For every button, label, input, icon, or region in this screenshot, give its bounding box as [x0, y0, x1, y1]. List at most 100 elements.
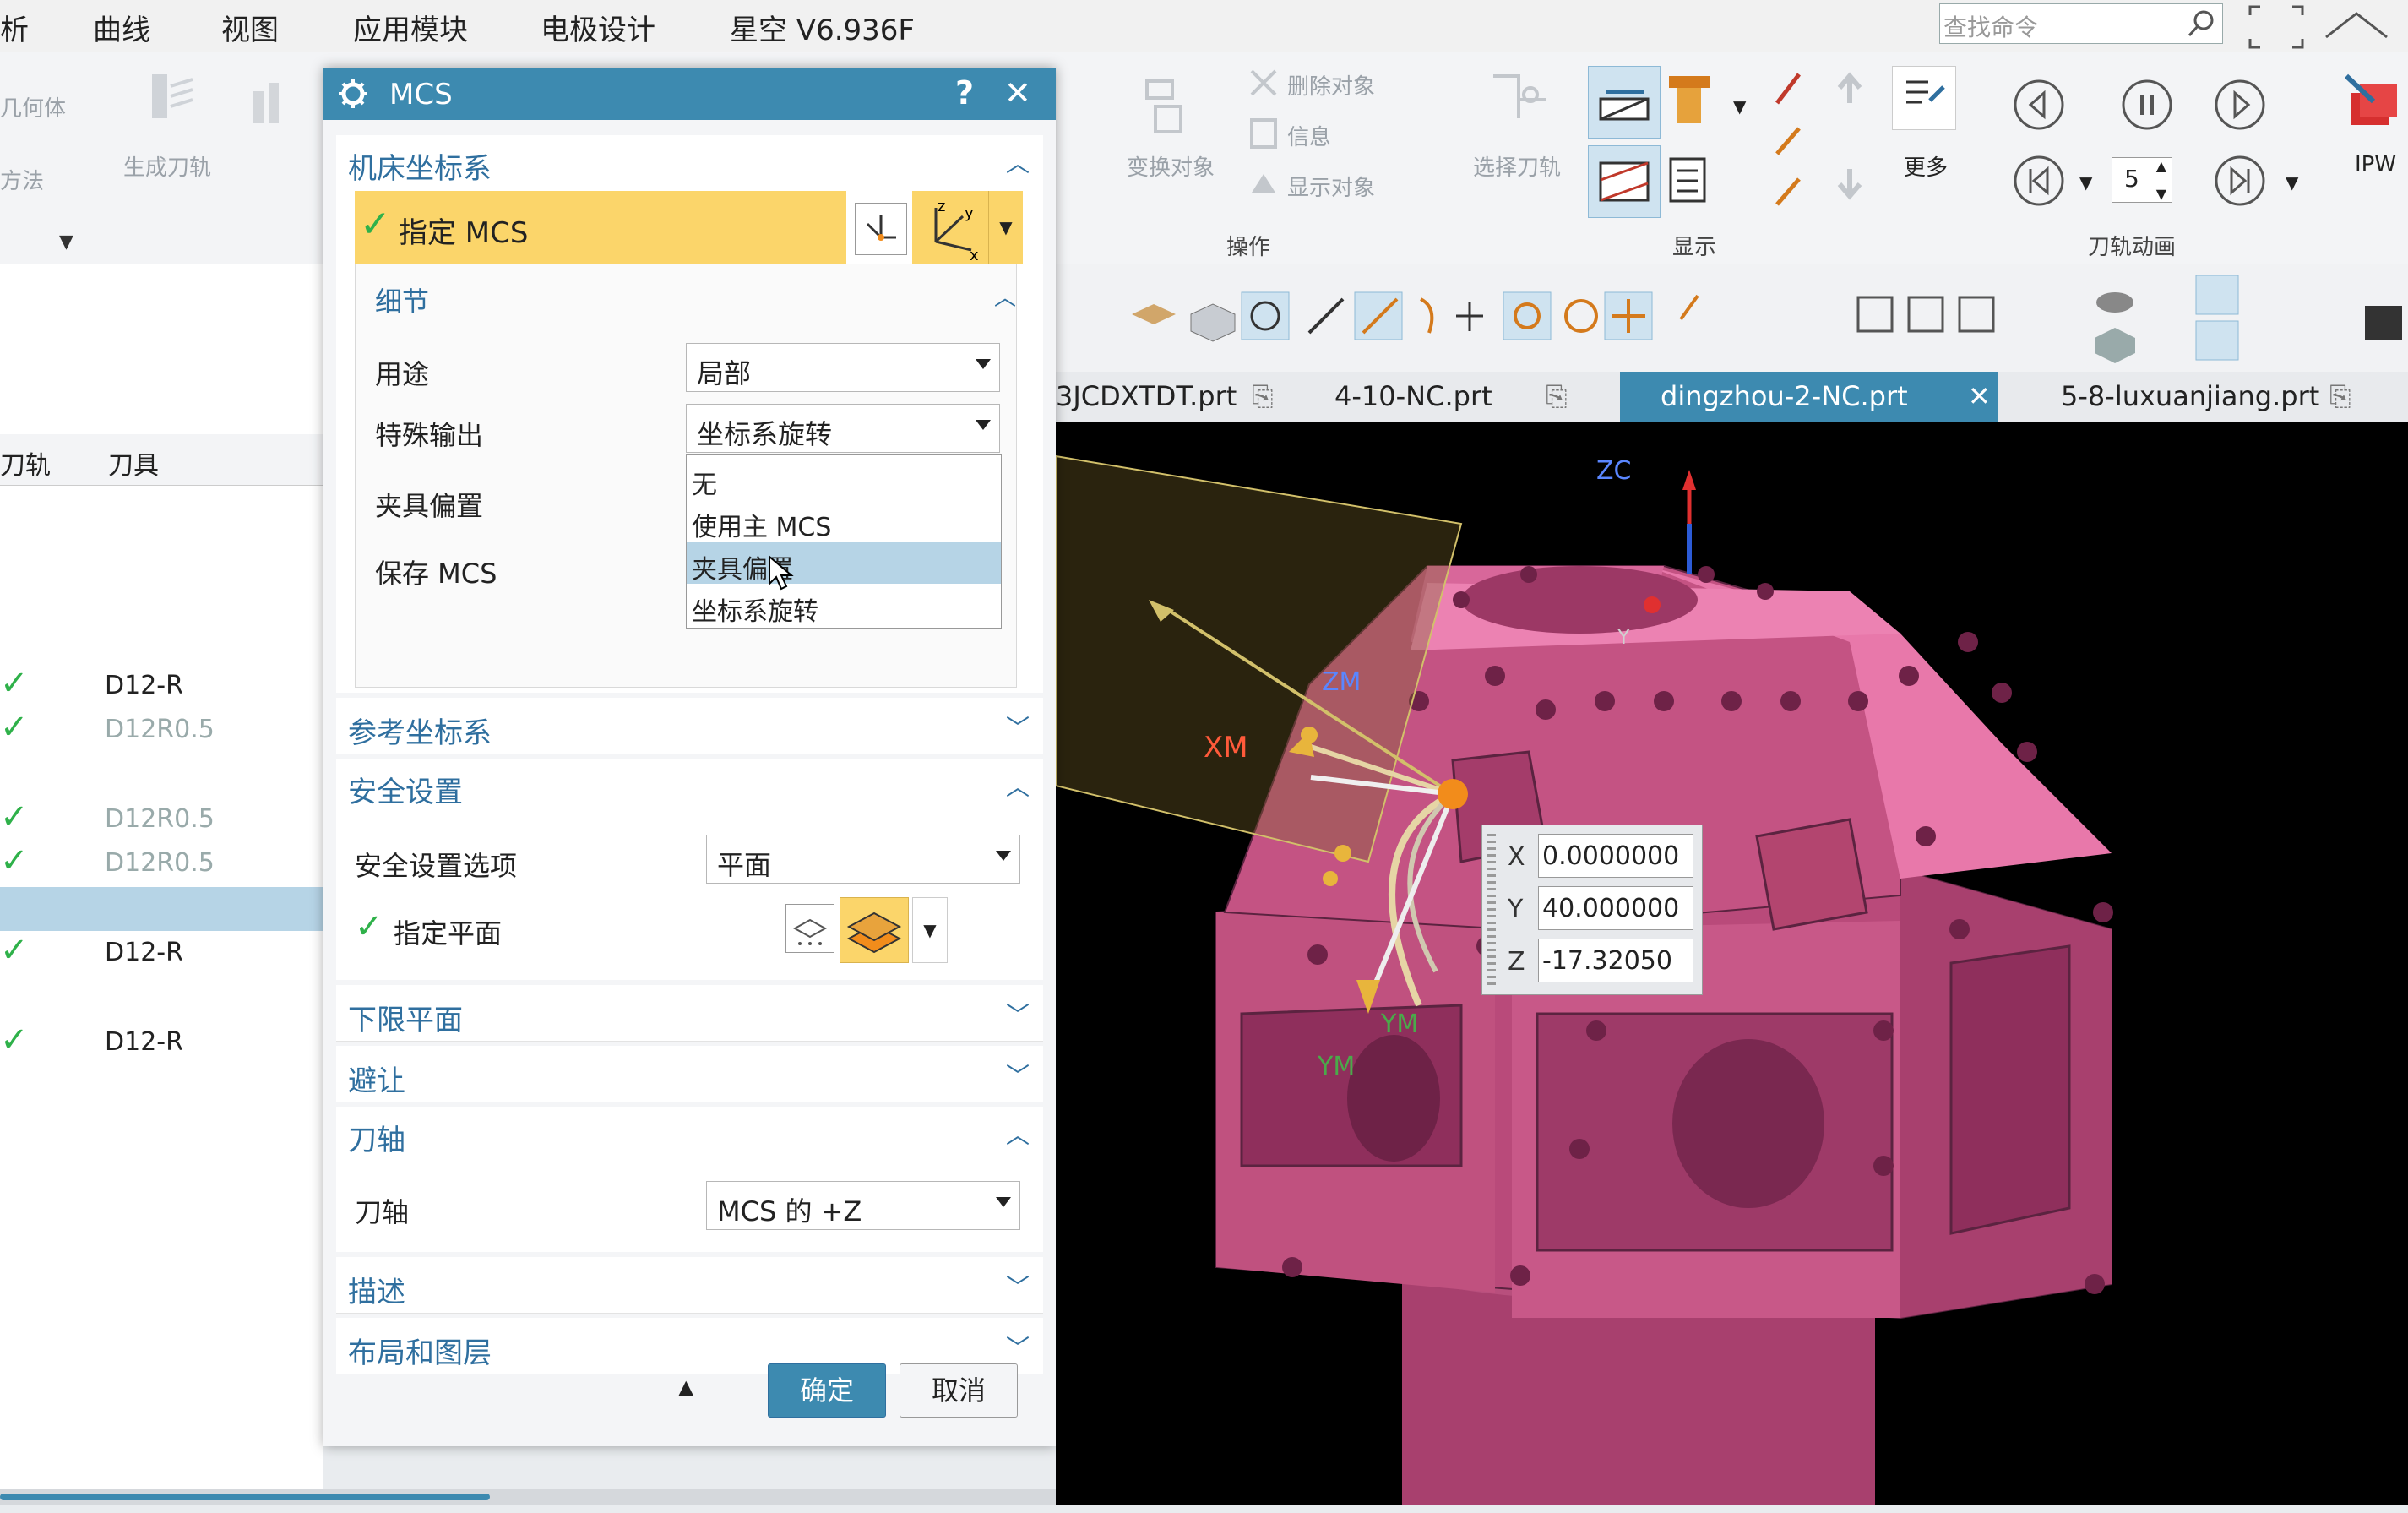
expand-chevron-icon[interactable]: ﹀ — [1006, 1330, 1030, 1363]
column-toolpath[interactable]: 刀轨 — [0, 444, 51, 482]
coord-y-input[interactable]: 40.000000 — [1538, 886, 1693, 930]
csys-type-dropdown[interactable]: ▼ — [988, 191, 1023, 264]
coord-z-input[interactable]: -17.32050 — [1538, 939, 1693, 982]
usage-select[interactable]: 局部 — [686, 343, 1000, 392]
machine-cs-title[interactable]: 机床坐标系 — [348, 145, 492, 187]
more-label[interactable]: 更多 — [1904, 150, 1948, 182]
ipw-icon[interactable] — [2340, 68, 2407, 135]
dialog-titlebar[interactable]: MCS ? ✕ — [323, 68, 1056, 120]
drag-handle[interactable] — [1487, 834, 1496, 986]
display-toggle-1[interactable] — [1588, 66, 1661, 139]
transform-object-icon[interactable] — [1139, 73, 1198, 149]
menu-analysis[interactable]: 析 — [0, 7, 29, 48]
ref-cs-section[interactable]: 参考坐标系 ﹀ — [336, 698, 1043, 754]
tab-doc-icon[interactable]: ⎘ — [2329, 380, 2351, 413]
step-back-icon[interactable] — [2012, 154, 2066, 208]
tool-display-icon[interactable] — [1664, 71, 1715, 139]
safety-title[interactable]: 安全设置 — [348, 769, 463, 810]
describe-section[interactable]: 描述 ﹀ — [336, 1257, 1043, 1314]
tool-icon-faded[interactable] — [245, 78, 296, 128]
path-edit-icons[interactable] — [1765, 69, 1900, 221]
step-forward-dropdown[interactable]: ▼ — [2286, 172, 2298, 193]
list-icon[interactable] — [1666, 154, 1725, 213]
dropdown-option[interactable]: 使用主 MCS — [687, 499, 1001, 542]
dropdown-option-highlighted[interactable]: 夹具偏置 — [687, 542, 1001, 585]
special-output-select[interactable]: 坐标系旋转 — [686, 404, 1000, 453]
plane-type-dropdown[interactable]: ▼ — [912, 897, 948, 963]
safety-option-select[interactable]: 平面 — [706, 835, 1020, 884]
menu-view[interactable]: 视图 — [221, 7, 279, 48]
select-toolpath-label[interactable]: 选择刀轨 — [1473, 150, 1561, 182]
view-toolbar-icons[interactable] — [1056, 280, 2027, 356]
transform-object-label[interactable]: 变换对象 — [1127, 150, 1215, 182]
collapse-all-icon[interactable]: ▲ — [678, 1375, 693, 1399]
collapse-chevron-icon[interactable]: ︿ — [1006, 1117, 1030, 1151]
rewind-icon[interactable] — [2012, 78, 2066, 132]
help-icon[interactable]: ? — [955, 74, 974, 112]
expand-chevron-icon[interactable]: ﹀ — [1006, 1269, 1030, 1303]
collapse-chevron-icon[interactable]: ︿ — [1006, 145, 1030, 179]
tool-display-dropdown[interactable]: ▼ — [1733, 96, 1746, 117]
menu-curve[interactable]: 曲线 — [93, 7, 150, 48]
scrollbar-thumb[interactable] — [0, 1494, 490, 1500]
search-input[interactable]: 查找命令 — [1939, 3, 2223, 44]
tab-5-8-luxuanjiang[interactable]: 5-8-luxuanjiang.prt — [2061, 380, 2319, 412]
delete-object-icon[interactable] — [1247, 66, 1280, 100]
collapse-ribbon-icon[interactable] — [2323, 8, 2390, 42]
horizontal-scrollbar[interactable] — [0, 1489, 1056, 1505]
table-row[interactable]: ✓ D12R0.5 — [0, 841, 323, 885]
menu-electrode-design[interactable]: 电极设计 — [541, 7, 655, 48]
table-row-selected[interactable] — [0, 887, 323, 931]
specify-mcs-row[interactable]: ✓ 指定 MCS — [355, 191, 846, 264]
display-object-label[interactable]: 显示对象 — [1287, 171, 1375, 202]
close-icon[interactable]: ✕ — [1004, 74, 1031, 112]
info-icon[interactable] — [1247, 117, 1280, 150]
pause-icon[interactable] — [2120, 78, 2174, 132]
mcs-display-icons[interactable] — [2086, 272, 2407, 365]
step-forward-icon[interactable] — [2213, 154, 2267, 208]
part-model[interactable] — [1055, 422, 2408, 1505]
lower-plane-section[interactable]: 下限平面 ﹀ — [336, 985, 1043, 1042]
tool-axis-title[interactable]: 刀轴 — [348, 1117, 405, 1158]
generate-toolpath-label[interactable]: 生成刀轨 — [123, 150, 211, 182]
expand-chevron-icon[interactable]: ﹀ — [1006, 997, 1030, 1031]
table-row[interactable]: ✓ D12-R — [0, 931, 323, 975]
expand-chevron-icon[interactable]: ﹀ — [1006, 710, 1030, 743]
csys-type-button[interactable]: z y x — [912, 191, 988, 264]
column-tool[interactable]: 刀具 — [108, 444, 159, 482]
collapse-chevron-icon[interactable]: ︿ — [1006, 769, 1030, 803]
play-icon[interactable] — [2213, 78, 2267, 132]
tab-doc-icon[interactable]: ⎘ — [1546, 380, 1568, 413]
anim-speed-stepper[interactable]: 5 ▲ ▼ — [2112, 157, 2172, 203]
dropdown-option[interactable]: 坐标系旋转 — [687, 584, 1001, 627]
speed-down-icon[interactable]: ▼ — [2156, 186, 2166, 202]
tab-close-icon[interactable]: ✕ — [1968, 380, 1991, 412]
ribbon-geometry-label[interactable]: 几何体 — [0, 91, 66, 122]
generate-toolpath-icon[interactable] — [140, 69, 199, 128]
more-button[interactable] — [1892, 66, 1956, 130]
dropdown-option[interactable]: 无 — [687, 457, 1001, 500]
coord-x-input[interactable]: 0.0000000 — [1538, 834, 1693, 878]
plane-type-button[interactable] — [840, 897, 909, 963]
ipw-label[interactable]: IPW — [2355, 152, 2396, 177]
ok-button[interactable]: 确定 — [768, 1363, 886, 1418]
search-icon[interactable] — [2187, 9, 2215, 38]
frame-icon[interactable] — [2247, 3, 2306, 51]
step-back-dropdown[interactable]: ▼ — [2079, 172, 2092, 193]
table-row[interactable]: ✓ D12-R — [0, 664, 323, 708]
details-title[interactable]: 细节 — [375, 280, 429, 319]
expand-chevron-icon[interactable]: ﹀ — [1006, 1058, 1030, 1091]
menu-xingkong[interactable]: 星空 V6.936F — [730, 7, 915, 48]
speed-up-icon[interactable]: ▲ — [2156, 158, 2166, 174]
info-label[interactable]: 信息 — [1287, 120, 1331, 151]
cancel-button[interactable]: 取消 — [900, 1363, 1018, 1418]
table-row[interactable]: ✓ D12R0.5 — [0, 797, 323, 841]
display-object-icon[interactable] — [1247, 167, 1280, 201]
ribbon-method-label[interactable]: 方法 — [0, 164, 44, 195]
tab-active[interactable]: dingzhou-2-NC.prt ✕ — [1620, 372, 1998, 422]
table-row[interactable]: ✓ D12-R — [0, 1020, 323, 1064]
plane-dialog-button[interactable] — [785, 904, 834, 953]
ribbon-dropdown-arrow[interactable]: ▼ — [59, 231, 73, 253]
csys-dialog-button[interactable] — [855, 203, 907, 255]
collapse-chevron-icon[interactable]: ︿ — [994, 280, 1016, 312]
